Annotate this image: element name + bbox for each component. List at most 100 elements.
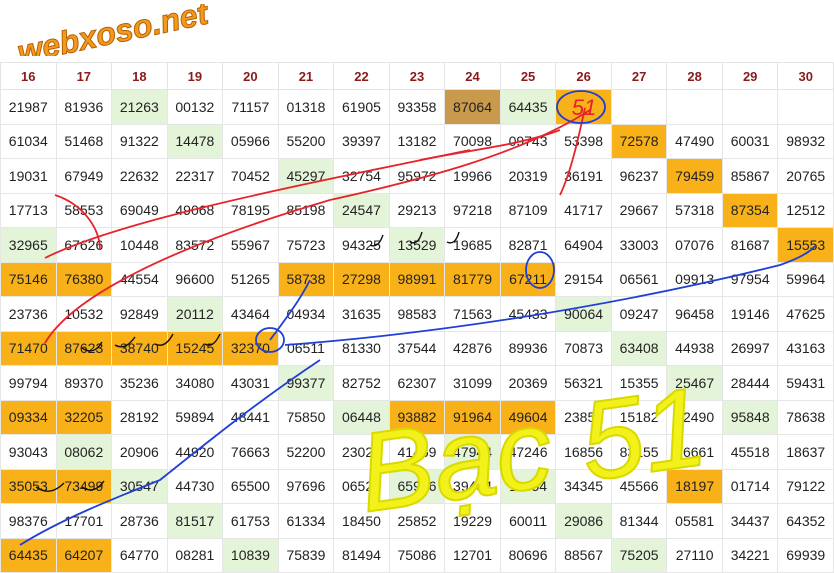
result-value: 67626 (64, 236, 104, 253)
result-cell: 92490 (666, 399, 723, 435)
result-cell: 09913 (666, 261, 723, 297)
result-cell: 78195 (222, 192, 279, 228)
result-value: 60031 (730, 133, 770, 150)
result-cell: 75205 (610, 537, 668, 573)
result-cell: 49604 (499, 399, 557, 435)
result-cell: 20112 (166, 296, 224, 332)
results-grid: 16 17 18 19 20 21 22 23 24 25 26 27 28 29 30 21987 8193… (0, 62, 834, 573)
result-cell: 05966 (222, 123, 279, 159)
result-cell: 37544 (388, 330, 446, 366)
result-value: 45297 (286, 167, 326, 184)
result-value: 18450 (341, 512, 381, 529)
result-value: 71563 (453, 305, 492, 322)
result-value: 18637 (786, 443, 826, 460)
result-cell: 45433 (499, 296, 557, 332)
result-value: 82752 (341, 374, 381, 391)
result-value: 24547 (341, 202, 381, 219)
result-value: 79459 (675, 167, 715, 184)
table-row: 09334 32205 28192 59894 48441 75850 06448 93882… (0, 399, 834, 435)
result-value: 81330 (341, 340, 381, 357)
result-value: 34437 (730, 512, 770, 529)
result-cell: 32370 (222, 330, 279, 366)
result-cell: 59964 (777, 261, 834, 297)
result-cell: 60011 (499, 503, 557, 539)
result-cell: 41469 (388, 434, 446, 470)
column-header-22: 22 (333, 62, 390, 90)
result-value: 64904 (564, 236, 604, 253)
table-row: 98376 17701 28736 81517 61753 61334 18450 25852… (0, 503, 834, 539)
result-value: 51468 (64, 133, 104, 150)
result-cell: 79459 (666, 158, 723, 194)
result-value: 00132 (175, 98, 215, 115)
result-value: 22632 (119, 167, 159, 184)
result-value: 44554 (119, 271, 159, 288)
result-cell: 87064 (444, 89, 501, 125)
result-cell: 70098 (444, 123, 501, 159)
result-value: 43464 (230, 305, 270, 322)
table-row: 99794 89370 35236 34080 43031 99377 82752 62307… (0, 365, 834, 401)
result-value: 34345 (564, 478, 604, 495)
result-cell: 83155 (610, 434, 668, 470)
column-header-27: 27 (610, 62, 668, 90)
result-value: 47944 (453, 443, 492, 460)
result-value: 33003 (619, 236, 659, 253)
result-cell: 23854 (555, 399, 612, 435)
result-value: 59964 (786, 271, 826, 288)
result-cell: 49068 (166, 192, 224, 228)
result-value: 96237 (619, 167, 659, 184)
result-cell: 93882 (388, 399, 446, 435)
result-cell: 08062 (55, 434, 113, 470)
result-value: 97218 (453, 202, 492, 219)
result-value: 06561 (619, 271, 659, 288)
result-cell: 56321 (555, 365, 612, 401)
result-value: 34080 (175, 374, 215, 391)
result-value: 87109 (508, 202, 548, 219)
result-value: 48441 (230, 409, 270, 426)
result-value: 88567 (564, 547, 604, 564)
result-cell: 47944 (444, 434, 501, 470)
result-cell: 09334 (0, 399, 57, 435)
result-value: 19146 (730, 305, 770, 322)
result-value: 06448 (341, 409, 381, 426)
result-cell: 06529 (333, 468, 390, 504)
result-cell: 87623 (55, 330, 113, 366)
result-value: 15355 (619, 374, 659, 391)
result-value: 97696 (286, 478, 326, 495)
result-value: 64435 (508, 98, 548, 115)
result-cell: 64904 (555, 227, 612, 263)
result-cell: 15182 (610, 399, 668, 435)
result-cell: 69939 (777, 537, 834, 573)
result-cell: 47625 (777, 296, 834, 332)
result-cell: 98932 (777, 123, 834, 159)
result-cell: 10839 (222, 537, 279, 573)
result-value: 97954 (730, 271, 770, 288)
result-cell: 75839 (277, 537, 335, 573)
result-value: 19031 (8, 167, 48, 184)
result-value: 01714 (730, 478, 770, 495)
result-value: 75086 (397, 547, 437, 564)
result-cell: 19966 (444, 158, 501, 194)
result-value: 91322 (119, 133, 159, 150)
result-value: 34221 (730, 547, 770, 564)
result-value: 81687 (730, 236, 770, 253)
result-cell: 53398 (555, 123, 612, 159)
result-cell: 67626 (55, 227, 113, 263)
result-cell: 35236 (111, 365, 168, 401)
result-value: 49604 (508, 409, 548, 426)
result-value: 56321 (564, 374, 604, 391)
result-cell: 67949 (55, 158, 113, 194)
result-value: 05966 (230, 133, 270, 150)
result-cell: 05581 (666, 503, 723, 539)
result-cell: 08281 (166, 537, 224, 573)
result-cell: 25852 (388, 503, 446, 539)
result-value: 28192 (119, 409, 159, 426)
result-cell: 80696 (499, 537, 557, 573)
column-header-20: 20 (222, 62, 279, 90)
result-value: 29667 (619, 202, 659, 219)
result-value: 51265 (230, 271, 270, 288)
result-cell: 26997 (721, 330, 779, 366)
result-cell: 17713 (0, 192, 57, 228)
result-value: 72578 (619, 133, 659, 150)
result-cell: 92849 (111, 296, 168, 332)
result-cell: 11954 (499, 468, 557, 504)
